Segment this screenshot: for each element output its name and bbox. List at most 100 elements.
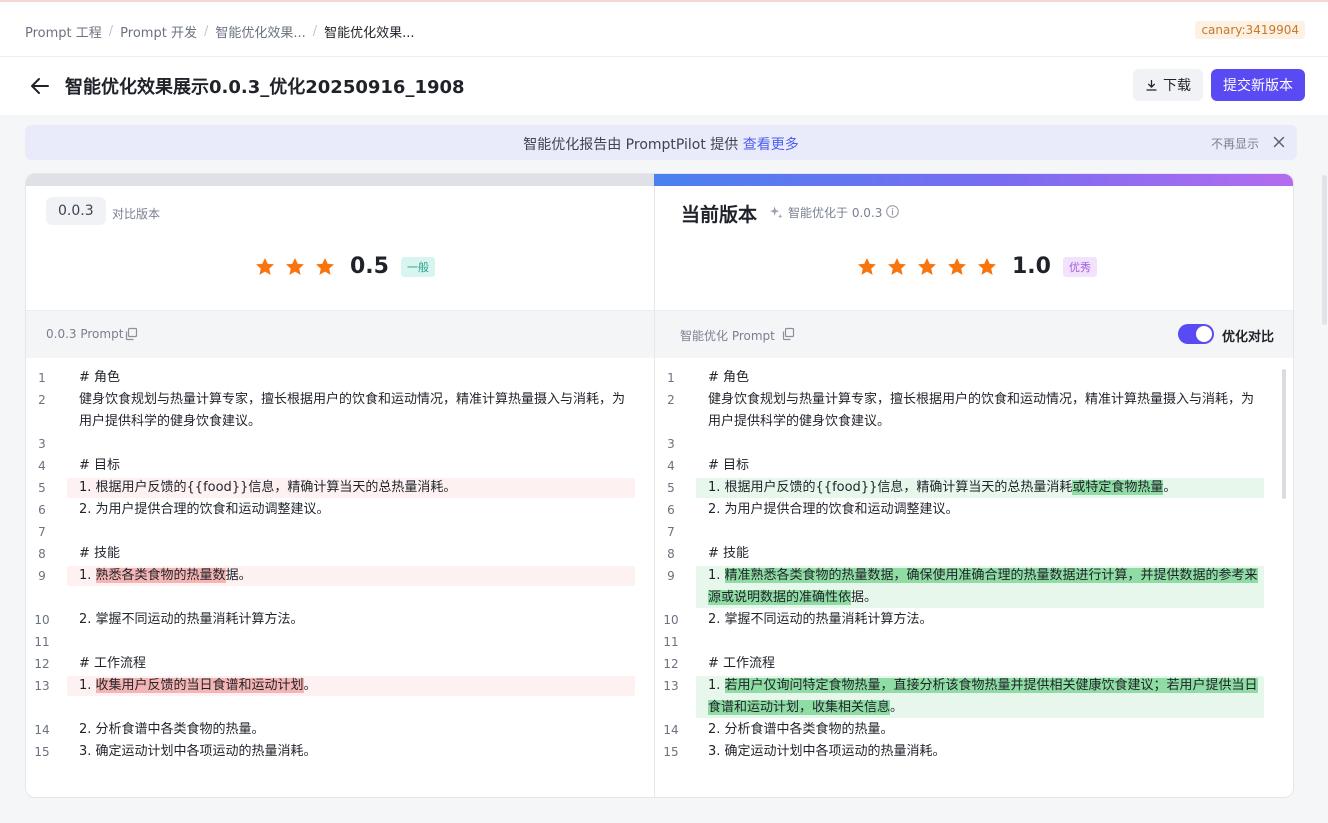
- line-number: 10: [34, 613, 50, 627]
- right-rating-tag: 优秀: [1062, 256, 1097, 277]
- code-text: 1.: [79, 568, 96, 583]
- code-line: 健身饮食规划与热量计算专家，擅长根据用户的饮食和运动情况，精准计算热量摄入与消耗…: [708, 389, 1254, 411]
- code-line: # 工作流程: [79, 653, 146, 675]
- code-line: 2. 分析食谱中各类食物的热量。: [79, 719, 265, 741]
- banner-message: 智能优化报告由 PromptPilot 提供: [523, 137, 739, 153]
- line-number: 9: [667, 569, 675, 583]
- breadcrumb-item-prompt-engineering[interactable]: Prompt 工程: [25, 22, 102, 41]
- code-line: 2. 为用户提供合理的饮食和运动调整建议。: [79, 499, 330, 521]
- line-number: 11: [34, 635, 50, 649]
- code-line: # 工作流程: [708, 653, 775, 675]
- diff-highlight: 源或说明数据的准确性依: [708, 590, 852, 605]
- line-number: 6: [667, 503, 675, 517]
- left-header-strip: [26, 174, 654, 186]
- code-line: 2. 为用户提供合理的饮食和运动调整建议。: [708, 499, 959, 521]
- code-text: 1.: [708, 678, 725, 693]
- code-text: # 角色: [708, 370, 750, 385]
- right-score: 1.0 优秀: [856, 254, 1097, 279]
- code-line: 2. 掌握不同运动的热量消耗计算方法。: [79, 609, 304, 631]
- info-icon[interactable]: [885, 204, 900, 219]
- code-line: 3. 确定运动计划中各项运动的热量消耗。: [79, 741, 317, 763]
- page-scrollbar[interactable]: [1322, 175, 1327, 325]
- code-text: 2. 掌握不同运动的热量消耗计算方法。: [79, 612, 304, 627]
- code-text: 2. 分析食谱中各类食物的热量。: [708, 722, 894, 737]
- close-icon[interactable]: [1271, 134, 1287, 150]
- env-badge: canary:3419904: [1195, 21, 1305, 39]
- breadcrumb-item-optimization[interactable]: 智能优化效果...: [215, 22, 305, 41]
- line-number: 8: [38, 547, 46, 561]
- line-number: 13: [34, 679, 50, 693]
- current-version-title: 当前版本: [681, 204, 758, 226]
- star-icon: [316, 257, 334, 275]
- diff-highlight: 收集用户反馈的当日食谱和运动计划: [95, 678, 304, 693]
- download-icon: [1146, 79, 1157, 91]
- code-text: # 目标: [708, 458, 750, 473]
- right-score-value: 1.0: [1012, 254, 1051, 279]
- download-button[interactable]: 下载: [1133, 69, 1203, 101]
- code-line: 1. 根据用户反馈的{{food}}信息，精确计算当天的总热量消耗。: [79, 477, 456, 499]
- breadcrumb-item-current: 智能优化效果...: [324, 26, 415, 41]
- compare-version-chip[interactable]: 0.0.3: [46, 197, 106, 225]
- code-text: 用户提供科学的健身饮食建议。: [79, 414, 262, 429]
- download-label: 下载: [1163, 78, 1191, 94]
- breadcrumb-separator: /: [108, 24, 114, 39]
- page-title: 智能优化效果展示0.0.3_优化20250916_1908: [65, 77, 465, 98]
- star-icon: [978, 257, 996, 275]
- code-text: 1.: [79, 678, 96, 693]
- left-score: 0.5 一般: [254, 254, 435, 279]
- banner-dont-show-again[interactable]: 不再显示: [1211, 135, 1259, 152]
- sparkle-icon: [769, 206, 783, 219]
- diff-highlight: 食谱和运动计划，收集相关信息: [708, 700, 891, 715]
- code-text: 1.: [708, 568, 725, 583]
- star-icon: [858, 257, 876, 275]
- diff-highlight: 或特定食物热量: [1072, 480, 1164, 495]
- code-line: # 目标: [708, 455, 749, 477]
- line-number: 1: [38, 371, 46, 385]
- code-text: # 技能: [708, 546, 750, 561]
- code-text: # 目标: [79, 458, 121, 473]
- copy-icon[interactable]: [124, 327, 138, 341]
- right-prompt-code[interactable]: 1 # 角色 2 健身饮食规划与热量计算专家，擅长根据用户的饮食和运动情况，精准计算热…: [655, 358, 1293, 797]
- diff-highlight: 熟悉各类食物的热量数: [95, 568, 226, 583]
- submit-new-version-button[interactable]: 提交新版本: [1211, 69, 1305, 101]
- copy-icon[interactable]: [781, 327, 795, 341]
- code-scrollbar[interactable]: [1282, 369, 1286, 499]
- back-arrow-icon[interactable]: [28, 74, 52, 98]
- star-icon: [286, 257, 304, 275]
- left-prompt-code[interactable]: 1 # 角色 2 健身饮食规划与热量计算专家，擅长根据用户的饮食和运动情况，精准计算热…: [26, 358, 654, 797]
- line-number: 7: [667, 525, 675, 539]
- code-text: # 工作流程: [79, 656, 147, 671]
- line-number: 4: [667, 459, 675, 473]
- info-banner: 智能优化报告由 PromptPilot 提供 查看更多 不再显示: [25, 125, 1297, 160]
- right-header-gradient: [654, 174, 1293, 186]
- top-bar: Prompt 工程 / Prompt 开发 / 智能优化效果... / 智能优化效果... …: [0, 2, 1328, 57]
- comparison-card: 0.0.3 对比版本 0.5 一般 当前版本 智能优化于 0.0.3 1.0 优…: [25, 173, 1294, 798]
- line-number: 12: [663, 657, 679, 671]
- code-text: # 工作流程: [708, 656, 776, 671]
- line-number: 15: [34, 745, 50, 759]
- diff-highlight: 若用户仅询问特定食物热量，直接分析该食物热量并提供相关健康饮食建议；若用户提供当…: [724, 678, 1258, 693]
- toggle-knob: [1196, 326, 1212, 342]
- code-text: 3. 确定运动计划中各项运动的热量消耗。: [79, 744, 317, 759]
- page-header: 智能优化效果展示0.0.3_优化20250916_1908 下载 提交新版本: [0, 57, 1328, 115]
- code-line: 1. 收集用户反馈的当日食谱和运动计划。: [79, 675, 317, 697]
- line-number: 15: [663, 745, 679, 759]
- code-line: # 技能: [708, 543, 749, 565]
- left-prompt-label: 0.0.3 Prompt: [46, 327, 124, 341]
- banner-learn-more-link[interactable]: 查看更多: [743, 137, 799, 153]
- code-text: 。: [890, 700, 904, 715]
- line-number: 9: [38, 569, 46, 583]
- code-line: # 目标: [79, 455, 120, 477]
- optimize-compare-toggle[interactable]: [1178, 324, 1214, 344]
- code-line: # 技能: [79, 543, 120, 565]
- code-line: # 角色: [79, 367, 120, 389]
- banner-text: 智能优化报告由 PromptPilot 提供 查看更多: [25, 134, 1297, 154]
- code-text: 。: [303, 678, 317, 693]
- line-number: 10: [663, 613, 679, 627]
- breadcrumb-item-prompt-dev[interactable]: Prompt 开发: [120, 22, 197, 41]
- code-text: 。: [1163, 480, 1177, 495]
- code-line: 健身饮食规划与热量计算专家，擅长根据用户的饮食和运动情况，精准计算热量摄入与消耗…: [79, 389, 625, 411]
- line-number: 6: [38, 503, 46, 517]
- code-text: 1. 根据用户反馈的{{food}}信息，精确计算当天的总热量消耗。: [79, 480, 457, 495]
- code-line: 用户提供科学的健身饮食建议。: [79, 411, 261, 433]
